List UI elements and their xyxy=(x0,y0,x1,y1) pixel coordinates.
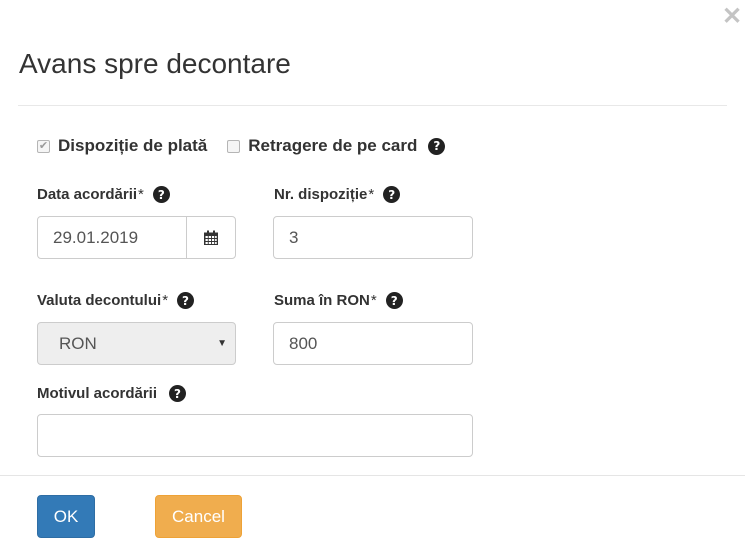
required-mark: * xyxy=(370,292,377,309)
data-acordarii-label: Data acordării * ? xyxy=(37,186,170,203)
modal-title: Avans spre decontare xyxy=(19,48,291,79)
suma-label-text: Suma în RON xyxy=(274,292,370,309)
retragere-checkbox-group[interactable]: Retragere de pe card ? xyxy=(227,136,446,156)
dispozitie-checkbox-group[interactable]: ✔ Dispoziție de plată xyxy=(37,136,207,156)
suma-label: Suma în RON * ? xyxy=(274,292,403,309)
nr-dispozitie-input[interactable]: 3 xyxy=(273,216,473,259)
motivul-acordarii-label-text: Motivul acordării xyxy=(37,385,158,402)
question-circle-icon[interactable]: ? xyxy=(428,137,446,155)
chevron-down-icon: ▼ xyxy=(217,338,227,349)
motivul-acordarii-input[interactable] xyxy=(37,414,473,457)
retragere-label: Retragere de pe card xyxy=(248,136,418,155)
calendar-icon xyxy=(204,230,218,245)
dispozitie-checkbox[interactable]: ✔ xyxy=(37,139,50,153)
data-acordarii-label-text: Data acordării xyxy=(37,186,138,203)
question-circle-icon[interactable]: ? xyxy=(385,292,403,309)
checkbox-row: ✔ Dispoziție de plată Retragere de pe ca… xyxy=(37,136,465,156)
valuta-decontului-label: Valuta decontului * ? xyxy=(37,292,195,309)
nr-dispozitie-label-text: Nr. dispoziție xyxy=(274,186,368,203)
dispozitie-label: Dispoziție de plată xyxy=(58,136,208,155)
ok-button[interactable]: OK xyxy=(37,495,95,538)
date-picker: 29.01.2019 xyxy=(37,216,236,259)
suma-input[interactable]: 800 xyxy=(273,322,473,365)
question-circle-icon[interactable]: ? xyxy=(169,385,187,402)
footer-divider xyxy=(0,475,745,476)
motivul-acordarii-label: Motivul acordării ? xyxy=(37,385,187,402)
valuta-select[interactable]: RON ▼ xyxy=(37,322,236,365)
valuta-decontului-label-text: Valuta decontului xyxy=(37,292,162,309)
required-mark: * xyxy=(162,292,169,309)
close-icon[interactable]: ✕ xyxy=(721,5,743,29)
calendar-button[interactable] xyxy=(186,216,236,259)
retragere-checkbox[interactable] xyxy=(227,139,241,153)
question-circle-icon[interactable]: ? xyxy=(383,186,401,203)
nr-dispozitie-label: Nr. dispoziție * ? xyxy=(274,186,401,203)
required-mark: * xyxy=(138,186,144,203)
header-divider xyxy=(18,105,727,106)
required-mark: * xyxy=(368,186,375,203)
question-circle-icon[interactable]: ? xyxy=(152,186,170,203)
cancel-button[interactable]: Cancel xyxy=(155,495,242,538)
valuta-selected-value: RON xyxy=(59,333,97,353)
question-circle-icon[interactable]: ? xyxy=(177,292,195,309)
data-acordarii-input[interactable]: 29.01.2019 xyxy=(37,216,187,259)
